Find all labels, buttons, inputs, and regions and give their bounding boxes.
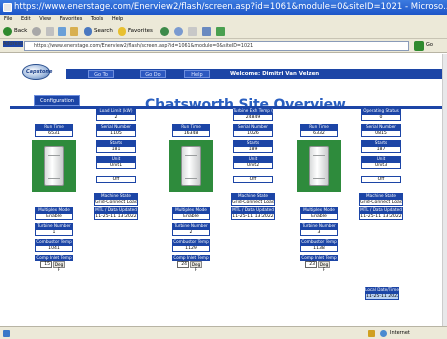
unit-value: Unit3 [361,162,401,169]
starts-value: 189 [233,146,273,153]
mtl-data-updated-value: 11-25-11 13:2022 [94,213,138,220]
status-bar: Internet [0,326,447,339]
nav-go-to[interactable]: Go To [88,70,114,78]
machine-state-value: Grid-Connect Load [94,199,138,206]
combustor-temp-value: 1138 [300,245,338,252]
comp-inlet-temp-unit[interactable]: Deg F [190,261,202,272]
multiplex-mode-value: Enable [300,213,338,220]
unit-state-value: Off [96,176,136,183]
mtl-data-updated-value: 11-25-11 13:2022 [231,213,275,220]
toolbar: Back Search Favorites [0,24,447,39]
multiplex-mode-value: Enable [172,213,210,220]
run-time-value: 16348 [172,130,210,137]
address-input[interactable]: https://www.enerstage.com/Enerview2/flas… [24,41,409,51]
menu-bar: File Edit View Favorites Tools Help [0,15,447,24]
search-icon[interactable] [84,27,92,36]
menu-favorites[interactable]: Favorites [60,16,83,22]
search-button-label[interactable]: Search [94,28,113,34]
multiplex-mode-value: Enable [35,213,73,220]
machine-state-value: Grid-Connect Load [231,199,275,206]
comp-inlet-temp-unit[interactable]: Deg F [53,261,65,272]
nav-go-do[interactable]: Go Do [140,70,166,78]
unit-state-value: Off [361,176,401,183]
page-icon [3,330,10,337]
comp-inlet-temp-unit[interactable]: Deg F [318,261,330,272]
back-arrow-icon[interactable] [3,27,12,36]
run-time-value: 6332 [300,130,338,137]
forward-arrow-icon[interactable] [32,27,41,36]
welcome-text: Welcome: Dimitri Van Velzen [230,71,320,77]
unit-state-value: Off [233,176,273,183]
back-button-label[interactable]: Back [14,28,27,34]
combustor-temp-value: 1129 [172,245,210,252]
comp-inlet-temp-input[interactable]: 23 [305,261,317,268]
stop-icon[interactable] [46,27,54,36]
browser-icon [3,3,12,12]
unit-top-value: 24849 [233,114,273,121]
address-label: Address [3,41,23,47]
security-zone: Internet [390,330,410,336]
mail-icon[interactable] [188,27,197,36]
unit-top-value: 2 [96,114,136,121]
menu-file[interactable]: File [4,16,12,22]
menu-edit[interactable]: Edit [21,16,31,22]
globe-icon [380,330,387,337]
unit-value: Unit1 [96,162,136,169]
print-icon[interactable] [202,27,211,36]
turbine-image [169,140,213,192]
mtl-data-updated-value: 11-25-11 13:2022 [359,213,403,220]
page-content: Capstone Go To Go Do Help Welcome: Dimit… [0,54,442,326]
turbine-number-value: 2 [172,229,210,236]
favorites-star-icon[interactable] [118,27,126,36]
address-bar: Address https://www.enerstage.com/Enervi… [0,39,447,53]
window-title-bar: https://www.enerstage.com/Enerview2/flas… [0,0,447,15]
unit-value: Unit2 [233,162,273,169]
history-icon[interactable] [174,27,183,36]
local-date-time-value: 11-25-11 2022 [365,293,399,300]
starts-value: 187 [361,146,401,153]
go-button-label[interactable]: Go [426,42,433,48]
comp-inlet-temp-input[interactable]: 15 [40,261,52,268]
favorites-button-label[interactable]: Favorites [128,28,153,34]
menu-tools[interactable]: Tools [91,16,103,22]
vertical-scrollbar[interactable] [442,54,447,326]
top-nav-bar: Go To Go Do Help Welcome: Dimitri Van Ve… [66,69,442,79]
unit-top-value: 0 [361,114,401,121]
turbine-image [32,140,76,192]
configuration-button[interactable]: Configuration [34,95,80,106]
turbine-number-value: 3 [300,229,338,236]
go-arrow-icon[interactable] [414,41,424,51]
turbine-number-value: 1 [35,229,73,236]
menu-view[interactable]: View [39,16,51,22]
refresh-icon[interactable] [58,27,66,36]
capstone-logo: Capstone [22,64,52,80]
edit-icon[interactable] [216,27,225,36]
run-time-value: 6531 [35,130,73,137]
turbine-image [297,140,341,192]
nav-help[interactable]: Help [184,70,210,78]
lock-icon [368,330,375,337]
menu-help[interactable]: Help [112,16,123,22]
starts-value: 181 [96,146,136,153]
home-icon[interactable] [70,27,78,36]
combustor-temp-value: 1041 [35,245,73,252]
machine-state-value: Grid-Connect Load [359,199,403,206]
comp-inlet-temp-input[interactable]: 24 [177,261,189,268]
serial-number-value: 1105 [96,130,136,137]
media-icon[interactable] [160,27,169,36]
window-title: https://www.enerstage.com/Enerview2/flas… [14,2,447,12]
serial-number-value: 0815 [361,130,401,137]
serial-number-value: 1026 [233,130,273,137]
